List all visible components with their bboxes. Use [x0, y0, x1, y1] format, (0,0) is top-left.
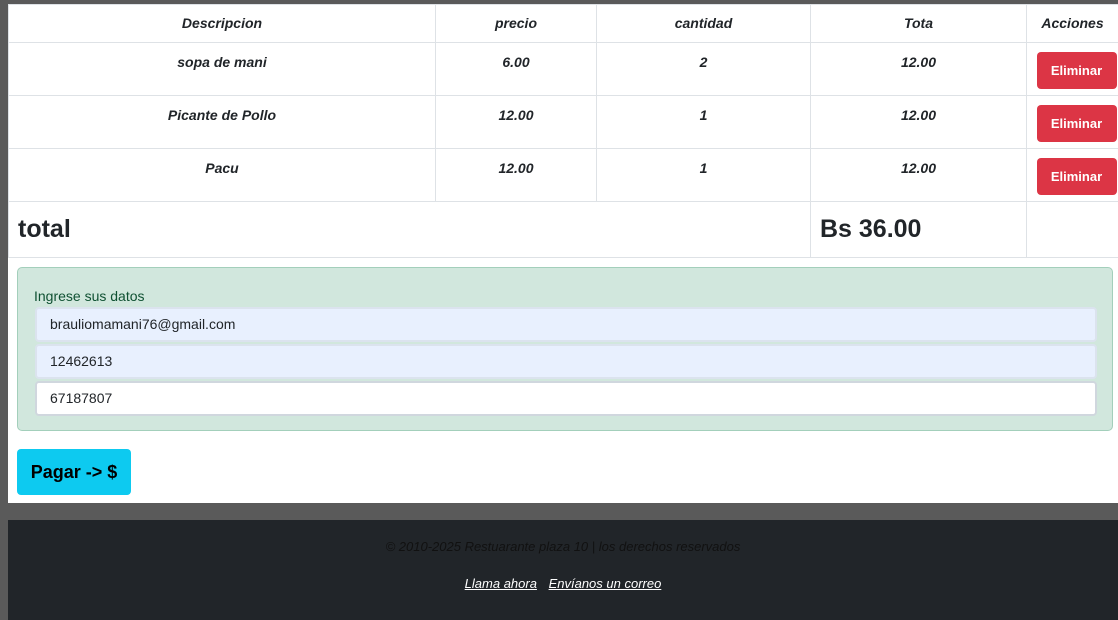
table-row: Picante de Pollo 12.00 1 12.00 Eliminar: [8, 95, 1118, 149]
email-field[interactable]: brauliomamani76@gmail.com: [35, 307, 1097, 342]
item-total: 12.00: [810, 148, 1027, 202]
item-quantity: 1: [596, 148, 811, 202]
item-description: sopa de mani: [8, 42, 436, 96]
phone-field[interactable]: 67187807: [35, 381, 1097, 416]
footer-copyright: © 2010-2025 Restuarante plaza 10 | los d…: [385, 539, 741, 554]
item-quantity: 1: [596, 95, 811, 149]
header-actions: Acciones: [1026, 4, 1118, 43]
item-price: 12.00: [435, 148, 597, 202]
delete-button[interactable]: Eliminar: [1036, 105, 1117, 142]
total-empty-cell: [1026, 201, 1118, 258]
delete-button[interactable]: Eliminar: [1036, 52, 1117, 89]
item-total: 12.00: [810, 42, 1027, 96]
call-link[interactable]: Llama ahora: [465, 576, 537, 591]
header-description: Descripcion: [8, 4, 436, 43]
ci-field[interactable]: 12462613: [35, 344, 1097, 379]
total-label: total: [8, 201, 811, 258]
total-value: Bs 36.00: [810, 201, 1027, 258]
footer-links: Llama ahora Envíanos un correo: [8, 576, 1118, 591]
delete-button[interactable]: Eliminar: [1036, 158, 1117, 195]
item-price: 6.00: [435, 42, 597, 96]
item-total: 12.00: [810, 95, 1027, 149]
item-actions: Eliminar: [1026, 42, 1118, 96]
item-actions: Eliminar: [1026, 148, 1118, 202]
cart-page: Descripcion precio cantidad Tota Accione…: [8, 4, 1118, 503]
email-link[interactable]: Envíanos un correo: [549, 576, 662, 591]
pay-button[interactable]: Pagar -> $: [17, 449, 131, 495]
header-price: precio: [435, 4, 597, 43]
header-total: Tota: [810, 4, 1027, 43]
customer-data-form: Ingrese sus datos brauliomamani76@gmail.…: [17, 267, 1113, 431]
table-row: Pacu 12.00 1 12.00 Eliminar: [8, 148, 1118, 202]
item-description: Picante de Pollo: [8, 95, 436, 149]
form-label: Ingrese sus datos: [34, 288, 145, 304]
item-actions: Eliminar: [1026, 95, 1118, 149]
total-row: total Bs 36.00: [8, 201, 1118, 258]
footer: © 2010-2025 Restuarante plaza 10 | los d…: [8, 520, 1118, 620]
item-price: 12.00: [435, 95, 597, 149]
header-quantity: cantidad: [596, 4, 811, 43]
cart-table: Descripcion precio cantidad Tota Accione…: [8, 4, 1118, 258]
table-row: sopa de mani 6.00 2 12.00 Eliminar: [8, 42, 1118, 96]
item-description: Pacu: [8, 148, 436, 202]
table-header-row: Descripcion precio cantidad Tota Accione…: [8, 4, 1118, 43]
item-quantity: 2: [596, 42, 811, 96]
